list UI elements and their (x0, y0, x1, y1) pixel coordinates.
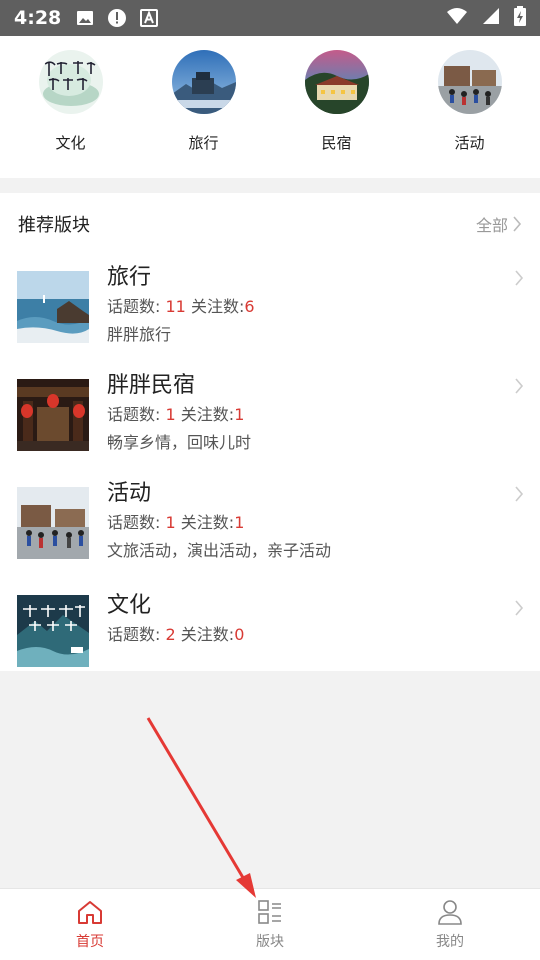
grid-list-icon (258, 900, 281, 924)
recommended-header: 推荐版块 全部 (0, 193, 540, 255)
section-thumb-culture (17, 595, 89, 667)
category-label-travel: 旅行 (188, 134, 219, 152)
follow-count: 1 (234, 405, 245, 424)
section-description: 文旅活动，演出活动，亲子活动 (107, 541, 332, 560)
chevron-right-icon (513, 216, 522, 232)
tab-label-mine: 我的 (436, 934, 464, 950)
section-stats: 话题数: 1 关注数:1 (107, 513, 245, 532)
follow-count: 0 (234, 625, 245, 644)
bottom-tab-bar: 首页 版块 我的 (0, 888, 540, 960)
category-label-activity: 活动 (454, 134, 485, 152)
user-icon (438, 900, 462, 925)
status-time: 4:28 (14, 7, 62, 29)
section-name: 文化 (107, 593, 152, 618)
category-label-culture: 文化 (55, 134, 86, 152)
image-notification-icon (75, 8, 95, 28)
category-activity[interactable]: 活动 (415, 36, 525, 178)
section-thumb-activity (17, 487, 89, 559)
category-label-homestay: 民宿 (321, 134, 352, 152)
category-shortcuts: 文化 旅行 民宿 活动 (0, 36, 540, 178)
section-stats: 话题数: 1 关注数:1 (107, 405, 245, 424)
activity-category-image (437, 50, 502, 114)
tab-sections[interactable]: 版块 (180, 889, 360, 960)
alert-notification-icon (107, 8, 127, 28)
topic-count: 11 (165, 297, 186, 316)
culture-logo-image (38, 50, 103, 114)
category-homestay[interactable]: 民宿 (282, 36, 392, 178)
section-row-culture[interactable]: 文化 话题数: 2 关注数:0 (0, 579, 540, 687)
section-name: 活动 (107, 481, 152, 506)
recommended-sections-panel: 推荐版块 全部 旅行 话题数: 11 关注数:6 胖胖旅行 胖胖民宿 话题数: … (0, 193, 540, 671)
tab-home[interactable]: 首页 (0, 889, 180, 960)
battery-icon (514, 6, 526, 30)
tab-mine[interactable]: 我的 (360, 889, 540, 960)
section-description: 畅享乡情，回味儿时 (107, 433, 252, 452)
chevron-right-icon (515, 486, 524, 502)
category-culture[interactable]: 文化 (16, 36, 126, 178)
chevron-right-icon (515, 270, 524, 286)
section-description: 胖胖旅行 (107, 325, 172, 344)
section-thumb-travel (17, 271, 89, 343)
topic-count: 2 (165, 625, 176, 644)
topic-count: 1 (165, 513, 176, 532)
section-name: 旅行 (107, 265, 152, 290)
view-all-link[interactable]: 全部 (476, 212, 522, 236)
category-travel[interactable]: 旅行 (149, 36, 259, 178)
text-notification-icon (139, 8, 159, 28)
homestay-category-image (304, 50, 369, 114)
travel-category-image (171, 50, 236, 114)
topic-count: 1 (165, 405, 176, 424)
home-icon (78, 901, 102, 924)
signal-icon (482, 7, 500, 29)
chevron-right-icon (515, 378, 524, 394)
section-stats: 话题数: 2 关注数:0 (107, 625, 245, 644)
chevron-right-icon (515, 600, 524, 616)
tab-label-sections: 版块 (256, 934, 284, 950)
section-stats: 话题数: 11 关注数:6 (107, 297, 255, 316)
section-thumb-homestay (17, 379, 89, 451)
section-row-travel[interactable]: 旅行 话题数: 11 关注数:6 胖胖旅行 (0, 255, 540, 363)
recommended-title: 推荐版块 (18, 215, 90, 236)
status-bar: 4:28 (0, 0, 540, 36)
section-name: 胖胖民宿 (107, 373, 196, 398)
section-row-homestay[interactable]: 胖胖民宿 话题数: 1 关注数:1 畅享乡情，回味儿时 (0, 363, 540, 471)
section-row-activity[interactable]: 活动 话题数: 1 关注数:1 文旅活动，演出活动，亲子活动 (0, 471, 540, 579)
tab-label-home: 首页 (76, 934, 104, 950)
follow-count: 1 (234, 513, 245, 532)
wifi-icon (446, 7, 468, 29)
view-all-label: 全部 (475, 216, 508, 235)
follow-count: 6 (244, 297, 255, 316)
